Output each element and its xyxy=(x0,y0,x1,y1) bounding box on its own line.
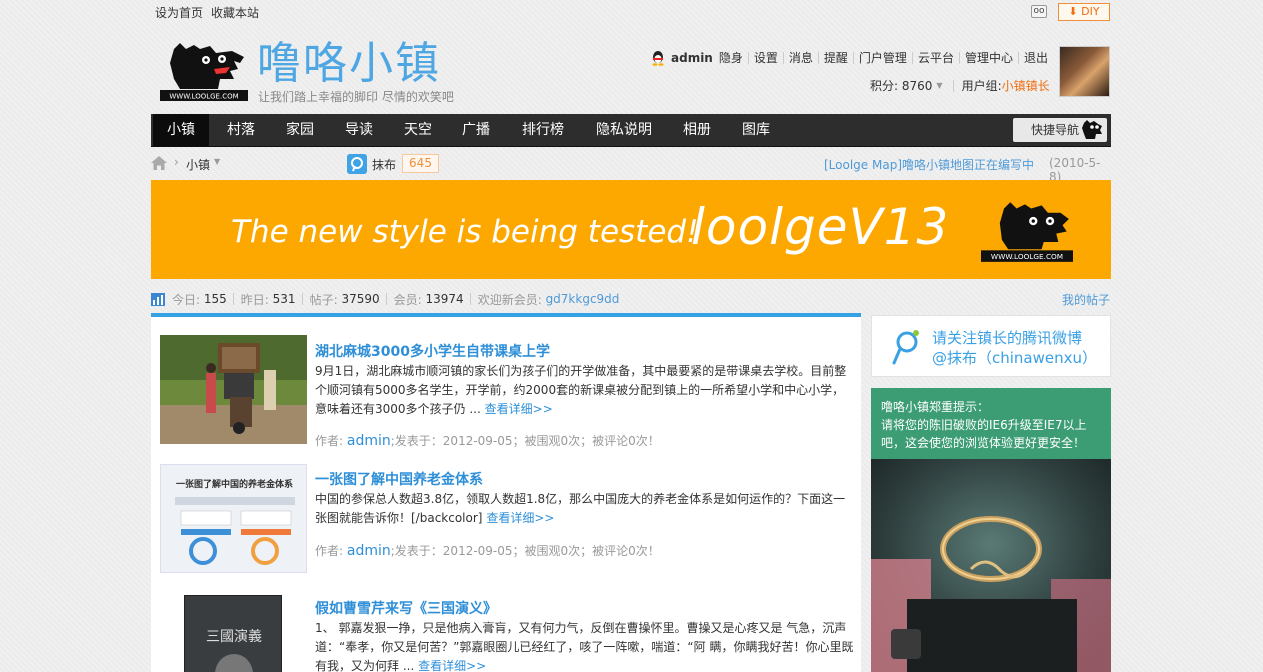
nav-item-privacy[interactable]: 隐私说明 xyxy=(581,114,667,147)
portal-admin-link[interactable]: 门户管理 xyxy=(852,52,912,64)
article-thumbnail[interactable]: 一张图了解中国的养老金体系 xyxy=(160,464,307,573)
nav-item-gallery[interactable]: 图库 xyxy=(727,114,785,147)
nav-item-guide[interactable]: 导读 xyxy=(329,114,389,147)
weibo-count-badge: 645 xyxy=(402,154,439,173)
welcome-label: 欢迎新会员: xyxy=(477,292,542,307)
weibo-follow-box[interactable]: 请关注镇长的腾讯微博 @抹布（chinawenxu） xyxy=(871,315,1111,377)
credits-link[interactable]: 积分: 8760 xyxy=(870,77,932,94)
article-thumbnail[interactable]: 三國演義 xyxy=(160,592,307,672)
weibo-follow-line2: @抹布（chinawenxu） xyxy=(932,349,1098,367)
tencent-weibo-icon xyxy=(892,330,919,365)
banner[interactable]: The new style is being tested! loolgeV13… xyxy=(151,180,1111,279)
qq-penguin-icon xyxy=(652,51,664,66)
breadcrumb-separator-icon: › xyxy=(174,155,179,169)
breadcrumb-current[interactable]: 小镇 xyxy=(186,156,210,173)
glasses-icon[interactable]: oo xyxy=(1031,5,1047,18)
weibo-follow-line1: 请关注镇长的腾讯微博 xyxy=(932,329,1083,347)
home-icon[interactable] xyxy=(151,156,167,170)
author-link[interactable]: admin xyxy=(347,433,391,449)
top-bar: 设为首页 收藏本站 oo ⬇ DIY xyxy=(0,0,1263,24)
article-title[interactable]: 一张图了解中国养老金体系 xyxy=(315,469,483,489)
stats-row: 今日: 155 昨日: 531 帖子: 37590 会员: 13974 欢迎新会… xyxy=(151,289,1111,309)
admin-center-link[interactable]: 管理中心 xyxy=(958,52,1018,64)
bar-chart-icon xyxy=(151,292,165,306)
breadcrumb: › 小镇 ▼ 抹布 645 [Loolge Map]噜咯小镇地图正在编写中 (2… xyxy=(151,152,1111,184)
credits-row: 积分: 8760 ▼ 用户组: 小镇镇长 xyxy=(870,77,1050,94)
chevron-down-icon[interactable]: ▼ xyxy=(214,157,220,166)
banner-logo-text: WWW.LOOLGE.COM xyxy=(991,252,1063,261)
article-meta: 作者: admin;发表于：2012-09-05；被围观0次；被评论0次！ xyxy=(315,543,660,559)
nav-item-ranking[interactable]: 排行榜 xyxy=(505,114,581,147)
banner-tagline: The new style is being tested! xyxy=(231,214,699,250)
download-arrow-icon: ⬇ xyxy=(1068,5,1078,18)
site-slogan: 让我们踏上幸福的脚印 尽情的欢笑吧 xyxy=(258,90,454,104)
my-threads-link[interactable]: 我的帖子 xyxy=(1062,291,1110,308)
weibo-name[interactable]: 抹布 xyxy=(372,156,396,173)
username-link[interactable]: admin xyxy=(671,51,713,65)
posts-label: 帖子: xyxy=(309,292,338,307)
article-desc: 中国的参保总人数超3.8亿，领取人数超1.8亿，那么中国庞大的养老金体系是如何运… xyxy=(315,492,846,525)
site-title[interactable]: 噜咯小镇 xyxy=(257,36,441,92)
mascot-icon xyxy=(1082,120,1102,139)
nav-item-town[interactable]: 小镇 xyxy=(153,114,209,147)
announcement-link[interactable]: [Loolge Map]噜咯小镇地图正在编写中 xyxy=(824,156,1034,173)
user-group-label: 用户组: xyxy=(961,79,1002,93)
quick-nav-button[interactable]: 快捷导航 xyxy=(1013,118,1107,142)
banner-logo-icon: WWW.LOOLGE.COM xyxy=(981,202,1073,262)
main-nav: 小镇 村落 家园 导读 天空 广播 排行榜 隐私说明 相册 图库 快捷导航 xyxy=(151,114,1111,147)
read-more-link[interactable]: 查看详细>> xyxy=(486,511,554,525)
nav-item-sky[interactable]: 天空 xyxy=(389,114,447,147)
article-meta: 作者: admin;发表于：2012-09-05；被围观0次；被评论0次！ xyxy=(315,433,660,449)
sidebar-photo[interactable] xyxy=(871,459,1111,672)
reminders-link[interactable]: 提醒 xyxy=(817,52,853,64)
article-desc: 1、 郭嘉发狠一挣，只是他病入膏肓，又有何力气，反倒在曹操怀里。曹操又是心疼又是… xyxy=(315,621,854,672)
nav-item-broadcast[interactable]: 广播 xyxy=(447,114,505,147)
today-label: 今日: xyxy=(172,292,201,307)
diy-label: DIY xyxy=(1081,5,1100,18)
site-logo-icon[interactable]: WWW.LOOLGE.COM xyxy=(160,43,248,102)
weibo-icon[interactable] xyxy=(347,154,367,174)
invisible-link[interactable]: 隐身 xyxy=(719,52,748,64)
yesterday-label: 昨日: xyxy=(240,292,269,307)
article-thumbnail[interactable] xyxy=(160,335,307,444)
messages-link[interactable]: 消息 xyxy=(782,52,818,64)
banner-version: loolgeV13 xyxy=(691,198,950,256)
quick-nav-label: 快捷导航 xyxy=(1031,123,1080,137)
new-member-link[interactable]: gd7kkgc9dd xyxy=(546,292,620,306)
chevron-down-icon[interactable]: ▼ xyxy=(936,81,942,90)
members-label: 会员: xyxy=(393,292,422,307)
set-homepage-link[interactable]: 设为首页 xyxy=(155,4,203,21)
logout-link[interactable]: 退出 xyxy=(1017,52,1053,64)
author-link[interactable]: admin xyxy=(347,543,391,559)
notice-title: 噜咯小镇郑重提示： xyxy=(881,400,990,414)
notice-box: 噜咯小镇郑重提示： 请将您的陈旧破败的IE6升级至IE7以上吧，这会使您的浏览体… xyxy=(871,388,1111,459)
article-title[interactable]: 假如曹雪芹来写《三国演义》 xyxy=(315,598,497,618)
nav-item-album[interactable]: 相册 xyxy=(667,114,727,147)
bookmark-link[interactable]: 收藏本站 xyxy=(211,4,259,21)
article-title[interactable]: 湖北麻城3000多小学生自带课桌上学 xyxy=(315,341,550,361)
read-more-link[interactable]: 查看详细>> xyxy=(418,659,486,672)
user-group-link[interactable]: 小镇镇长 xyxy=(1002,77,1050,94)
settings-link[interactable]: 设置 xyxy=(747,52,783,64)
article-desc: 9月1日，湖北麻城市顺河镇的家长们为孩子们的开学做准备，其中最要紧的是带课桌去学… xyxy=(315,364,847,416)
read-more-link[interactable]: 查看详细>> xyxy=(485,402,553,416)
logo-text: WWW.LOOLGE.COM xyxy=(169,93,238,101)
today-value: 155 xyxy=(203,292,227,306)
diy-button[interactable]: ⬇ DIY xyxy=(1058,3,1110,21)
article-list: 湖北麻城3000多小学生自带课桌上学 9月1日，湖北麻城市顺河镇的家长们为孩子们… xyxy=(151,313,861,672)
avatar[interactable] xyxy=(1059,46,1110,97)
posts-value: 37590 xyxy=(341,292,380,306)
user-nav: admin 隐身 设置 消息 提醒 门户管理 云平台 管理中心 退出 xyxy=(650,49,1053,67)
nav-item-village[interactable]: 村落 xyxy=(211,114,271,147)
members-value: 13974 xyxy=(425,292,464,306)
notice-body: 请将您的陈旧破败的IE6升级至IE7以上吧，这会使您的浏览体验更好更安全！ xyxy=(881,418,1087,450)
cloud-platform-link[interactable]: 云平台 xyxy=(911,52,959,64)
nav-item-home[interactable]: 家园 xyxy=(271,114,329,147)
yesterday-value: 531 xyxy=(272,292,296,306)
